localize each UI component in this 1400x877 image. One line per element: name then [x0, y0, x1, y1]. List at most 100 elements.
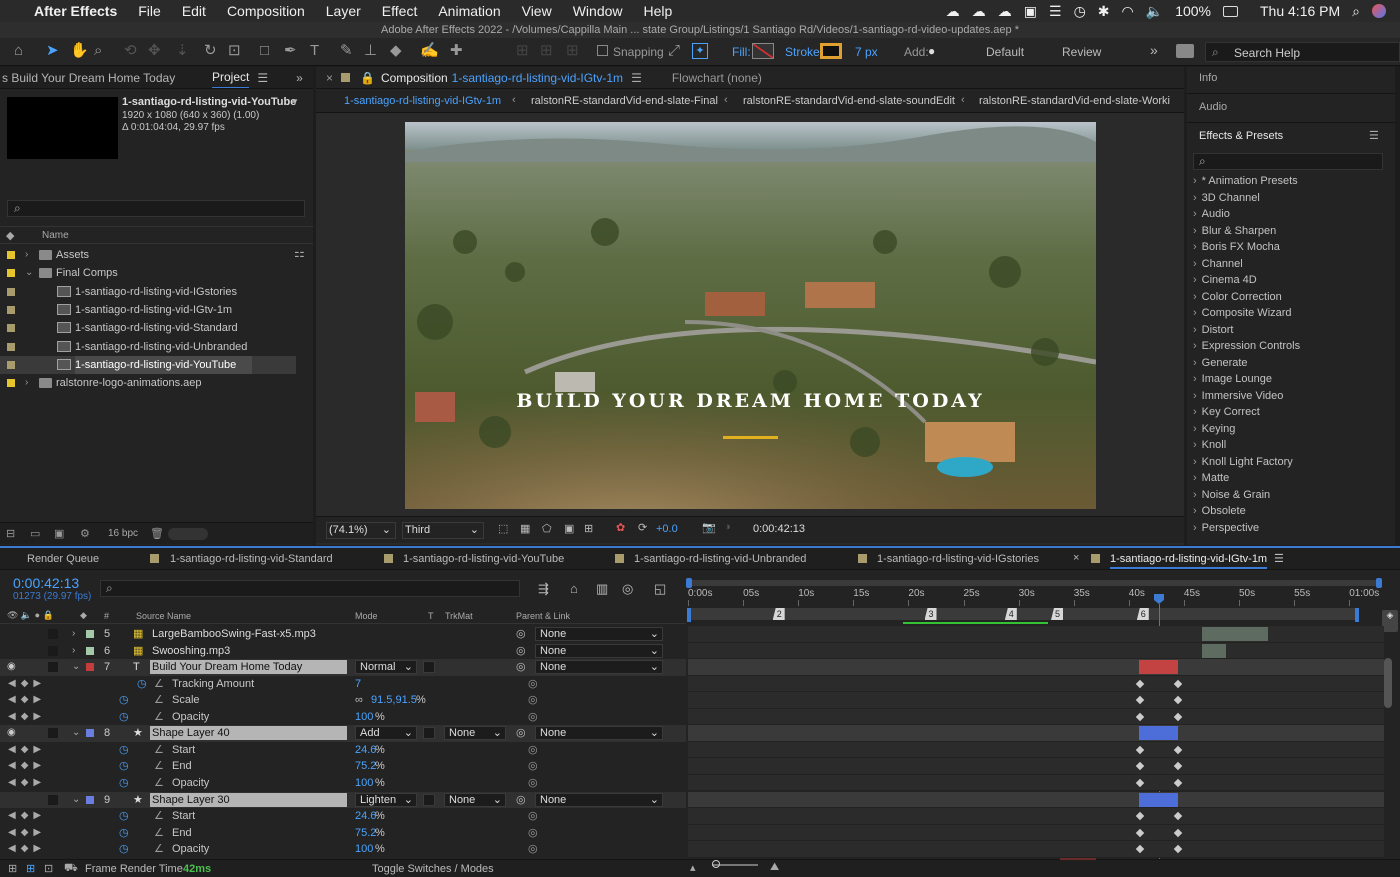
expression-pickwhip-icon[interactable]: ◎ — [528, 692, 538, 709]
parent-pickwhip-icon[interactable]: ◎ — [516, 626, 526, 643]
layer-track[interactable] — [688, 626, 1384, 643]
expression-pickwhip-icon[interactable]: ◎ — [528, 758, 538, 775]
pan-behind-tool-icon[interactable]: ⊡ — [228, 43, 241, 59]
layer-expanded-icon[interactable]: ⌄ — [72, 725, 80, 742]
dolly-tool-icon[interactable]: ⇣ — [176, 43, 189, 59]
hand-tool-icon[interactable]: ✋ — [70, 43, 89, 59]
layer-duration-bar[interactable] — [1139, 726, 1178, 741]
property-value[interactable]: 100 — [355, 775, 373, 792]
keyframe-navigator-icon[interactable]: ◀◆▶ — [8, 692, 46, 709]
item-label-color[interactable] — [7, 305, 15, 314]
new-folder-icon[interactable]: ▭ — [30, 527, 40, 540]
comp-flowchart-icon[interactable]: ⇶ — [538, 581, 549, 597]
shy-layers-icon[interactable]: ▥ — [596, 581, 608, 597]
layer-name[interactable]: Build Your Dream Home Today — [150, 660, 347, 675]
tab-comp-youtube[interactable]: 1-santiago-rd-listing-vid-YouTube — [403, 553, 564, 565]
layer-label-color[interactable] — [86, 646, 94, 655]
layer-name[interactable]: Swooshing.mp3 — [150, 644, 340, 658]
effects-category[interactable]: › 3D Channel — [1193, 192, 1260, 204]
zoom-out-icon[interactable]: ▴ — [690, 861, 696, 874]
label-header-icon[interactable]: ◆ — [80, 610, 87, 621]
effects-category[interactable]: › Color Correction — [1193, 291, 1282, 303]
graph-icon[interactable]: ∠ — [154, 775, 164, 792]
project-item[interactable]: 1-santiago-rd-listing-vid-YouTube — [0, 355, 296, 374]
effects-category[interactable]: › Image Lounge — [1193, 373, 1272, 385]
effects-category[interactable]: › Channel — [1193, 258, 1243, 270]
tab-comp-igstories[interactable]: 1-santiago-rd-listing-vid-IGstories — [877, 553, 1039, 565]
effects-category[interactable]: › * Animation Presets — [1193, 175, 1298, 187]
menu-file[interactable]: File — [138, 3, 161, 19]
flowchart-tab[interactable]: Flowchart (none) — [672, 71, 762, 85]
keyframe-navigator-icon[interactable]: ◀◆▶ — [8, 758, 46, 775]
siri-icon[interactable] — [1372, 4, 1386, 18]
property-value[interactable]: 24.6 — [355, 808, 376, 825]
expression-pickwhip-icon[interactable]: ◎ — [528, 742, 538, 759]
layer-duration-bar[interactable] — [1139, 792, 1178, 807]
axis-local-icon[interactable]: ⊞ — [516, 43, 529, 59]
breadcrumb-3[interactable]: ralstonRE-standardVid-end-slate-Worki — [979, 95, 1170, 107]
effects-menu-icon[interactable]: ☰ — [1369, 129, 1379, 142]
effects-category[interactable]: › Knoll Light Factory — [1193, 456, 1293, 468]
composition-viewer[interactable]: BUILD YOUR DREAM HOME TODAY — [405, 122, 1096, 509]
axis-view-icon[interactable]: ⊞ — [566, 43, 579, 59]
bit-depth-label[interactable]: 16 bpc — [108, 528, 138, 539]
layer-name[interactable]: Shape Layer 30 — [150, 792, 347, 807]
workspace-sync-icon[interactable] — [1176, 44, 1194, 58]
graph-icon[interactable]: ∠ — [154, 825, 164, 842]
exposure-value[interactable]: +0.0 — [656, 523, 678, 535]
item-label-color[interactable] — [7, 324, 15, 333]
timeline-search-input[interactable]: ⌕ — [100, 580, 520, 597]
parent-dropdown[interactable]: None ⌄ — [535, 627, 663, 641]
preserve-transparency-checkbox[interactable] — [423, 661, 435, 674]
volume-icon[interactable]: 🔈 — [1146, 3, 1163, 20]
stopwatch-icon[interactable]: ◷ — [119, 742, 129, 759]
col-t[interactable]: T — [428, 611, 434, 621]
layer-label-color[interactable] — [86, 630, 94, 638]
frame-blending-icon[interactable]: ◎ — [622, 581, 633, 597]
stopwatch-icon[interactable]: ◷ — [119, 825, 129, 842]
layer-track[interactable] — [688, 675, 1384, 693]
stopwatch-icon[interactable]: ◷ — [119, 808, 129, 825]
project-item[interactable]: 1-santiago-rd-listing-vid-Unbranded — [0, 338, 296, 356]
work-area-bar[interactable] — [688, 580, 1378, 586]
graph-icon[interactable]: ∠ — [154, 742, 164, 759]
search-help-field[interactable]: ⌕ Search Help — [1205, 42, 1400, 62]
layer-track[interactable] — [688, 758, 1384, 775]
layer-label-color[interactable] — [86, 795, 94, 804]
layer-name[interactable]: LargeBambooSwing-Fast-x5.mp3 — [150, 627, 340, 641]
layer-track[interactable] — [688, 708, 1384, 726]
menu-window[interactable]: Window — [573, 3, 623, 19]
effects-category[interactable]: › Distort — [1193, 324, 1233, 336]
layer-expanded-icon[interactable]: ⌄ — [72, 792, 80, 809]
status-clock-icon[interactable]: ◷ — [1074, 3, 1086, 20]
effects-category[interactable]: › Knoll — [1193, 439, 1226, 451]
show-snapshot-icon[interactable]: ◑ — [724, 521, 731, 533]
bluetooth-icon[interactable]: ✱ — [1098, 3, 1110, 20]
project-item[interactable]: › Assets — [0, 246, 296, 264]
breadcrumb-2[interactable]: ralstonRE-standardVid-end-slate-soundEdi… — [743, 95, 955, 107]
fill-swatch[interactable] — [752, 43, 774, 59]
keyframe[interactable] — [1135, 679, 1145, 688]
keyframe[interactable] — [1173, 712, 1183, 721]
parent-pickwhip-icon[interactable]: ◎ — [516, 725, 526, 742]
property-value[interactable]: 75.2 — [355, 825, 376, 842]
label-column-icon[interactable]: ◆ — [6, 229, 14, 242]
comp-button-icon[interactable]: ◈ — [1382, 610, 1398, 632]
region-of-interest-icon[interactable]: ▣ — [564, 522, 574, 535]
pan-tool-icon[interactable]: ✥ — [148, 43, 161, 59]
visibility-eye-icon[interactable]: ◉ — [7, 659, 16, 676]
layer-track[interactable] — [688, 774, 1384, 792]
work-area-start-handle[interactable] — [686, 578, 692, 588]
layer-duration-bar[interactable] — [1202, 627, 1268, 641]
status-menu-icon[interactable]: ☰ — [1049, 3, 1062, 20]
battery-icon[interactable] — [1223, 5, 1238, 17]
new-comp-icon[interactable]: ▣ — [54, 527, 64, 540]
name-column-header[interactable]: Name — [42, 230, 69, 241]
rotate-tool-icon[interactable]: ↻ — [204, 43, 217, 59]
tab-effect-controls[interactable]: s Build Your Dream Home Today — [2, 71, 200, 85]
expand-transfer-controls-icon[interactable]: ⊞ — [26, 862, 35, 875]
menu-composition[interactable]: Composition — [227, 3, 305, 19]
layer-label-color[interactable] — [86, 663, 94, 672]
range-end-handle[interactable] — [1355, 608, 1359, 622]
keyframe[interactable] — [1135, 778, 1145, 788]
